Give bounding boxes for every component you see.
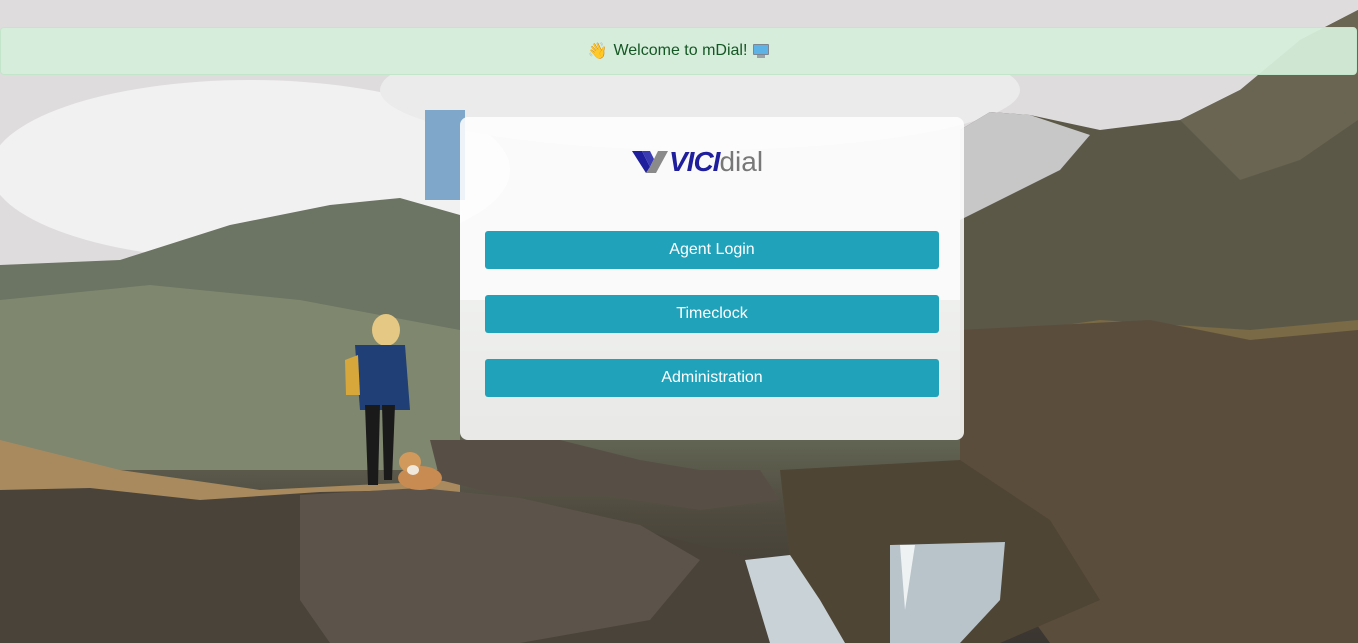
welcome-text: Welcome to mDial! <box>613 42 748 59</box>
computer-icon <box>753 44 770 58</box>
agent-login-button[interactable]: Agent Login <box>485 231 939 269</box>
logo-text-dial: dial <box>719 146 764 177</box>
vicidial-logo: VICI dial <box>632 146 764 177</box>
waving-hand-icon: 👋 <box>587 43 608 60</box>
login-card: VICI dial Agent Login Timeclock Administ… <box>460 117 964 440</box>
vicidial-logo-mark-icon <box>632 151 668 173</box>
administration-button[interactable]: Administration <box>485 359 939 397</box>
welcome-banner: 👋 Welcome to mDial! <box>0 27 1357 75</box>
logo-text-vici: VICI <box>669 146 720 177</box>
timeclock-button[interactable]: Timeclock <box>485 295 939 333</box>
